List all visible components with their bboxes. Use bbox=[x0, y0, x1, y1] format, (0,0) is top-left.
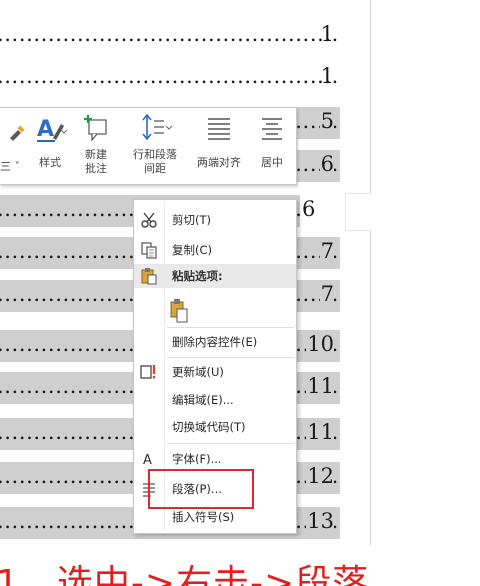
format-painter-icon bbox=[10, 125, 25, 141]
toc-page-number: 10 bbox=[306, 332, 334, 356]
toc-page-number: 11 bbox=[306, 374, 334, 398]
justify-button[interactable]: 两端对齐 bbox=[190, 112, 248, 182]
svg-text:A: A bbox=[143, 453, 152, 468]
styles-button[interactable]: A 样式 bbox=[32, 112, 68, 182]
menu-item-toggle-field-codes-label: 切换域代码(T) bbox=[172, 420, 246, 434]
line-spacing-icon bbox=[142, 114, 173, 141]
toc-page-number: 11 bbox=[306, 420, 334, 444]
toc-page-number: 6 bbox=[302, 197, 316, 221]
instruction-caption-text: 1、选中->右击->段落 bbox=[0, 563, 370, 586]
paste-keep-text-icon bbox=[170, 299, 188, 323]
toc-page-number: 6 bbox=[319, 152, 334, 176]
toc-leader-dots: ........................................… bbox=[0, 64, 340, 88]
center-button[interactable]: 居中 bbox=[252, 112, 292, 182]
toc-page-number: 1 bbox=[320, 64, 334, 88]
menu-item-font[interactable]: A 字体(F)... bbox=[134, 447, 296, 471]
toc-page-number: 13 bbox=[306, 509, 334, 533]
toc-page-number: 12 bbox=[306, 464, 334, 488]
new-comment-icon bbox=[84, 115, 107, 142]
menu-item-update-field-label: 更新域(U) bbox=[172, 365, 224, 379]
update-field-icon bbox=[140, 365, 156, 379]
menu-item-edit-field[interactable]: 编辑域(E)... bbox=[134, 388, 296, 412]
new-comment-button[interactable]: 新建 批注 bbox=[78, 112, 114, 182]
toc-page-number: 7 bbox=[319, 282, 334, 306]
font-icon: A bbox=[143, 453, 152, 468]
menu-item-cut-label: 剪切(T) bbox=[172, 213, 211, 227]
paste-options-header: 粘贴选项: bbox=[134, 264, 296, 288]
menu-item-toggle-field-codes[interactable]: 切换域代码(T) bbox=[134, 415, 296, 439]
menu-item-update-field[interactable]: 更新域(U) bbox=[134, 360, 296, 384]
menu-item-copy-label: 复制(C) bbox=[172, 243, 213, 257]
justify-label: 两端对齐 bbox=[197, 156, 241, 169]
menu-item-edit-field-label: 编辑域(E)... bbox=[172, 393, 234, 407]
line-spacing-label: 行和段落 间距 bbox=[133, 148, 177, 175]
toc-page-number: 7 bbox=[319, 239, 334, 263]
page-edge bbox=[370, 0, 371, 545]
menu-item-insert-symbol-label: 插入符号(S) bbox=[172, 510, 235, 524]
menu-item-copy[interactable]: 复制(C) bbox=[134, 238, 296, 262]
toc-leader-dots: ........................................… bbox=[0, 22, 340, 46]
styles-label: 样式 bbox=[39, 156, 61, 169]
menu-separator bbox=[167, 443, 294, 444]
side-decoration bbox=[345, 193, 371, 231]
paste-keep-text-button[interactable] bbox=[134, 296, 296, 326]
menu-item-font-label: 字体(F)... bbox=[172, 452, 222, 466]
format-painter-button[interactable] bbox=[4, 112, 28, 182]
instruction-caption: 1、选中->右击->段落 bbox=[0, 552, 480, 586]
menu-item-cut[interactable]: 剪切(T) bbox=[134, 208, 296, 232]
toc-line[interactable]: ........................................… bbox=[0, 62, 340, 94]
toc-page-number: 1 bbox=[320, 22, 334, 46]
justify-icon bbox=[208, 118, 230, 140]
toc-page-number: 5 bbox=[319, 109, 334, 133]
menu-separator bbox=[167, 357, 294, 358]
scissors-icon bbox=[141, 212, 157, 228]
menu-separator bbox=[167, 327, 294, 328]
center-label: 居中 bbox=[261, 156, 283, 169]
mini-toolbar: 三 ˇ A 样式 新建 批注 行和段落 间距 两端对齐 居中 bbox=[0, 107, 297, 185]
paste-options-label: 粘贴选项: bbox=[172, 269, 223, 283]
align-center-icon bbox=[262, 118, 282, 140]
new-comment-label: 新建 批注 bbox=[85, 148, 107, 175]
copy-icon bbox=[141, 242, 157, 259]
menu-item-delete-content-control-label: 删除内容控件(E) bbox=[172, 335, 258, 349]
paste-icon bbox=[141, 268, 157, 285]
styles-icon: A bbox=[37, 117, 67, 142]
svg-text:A: A bbox=[37, 117, 54, 142]
menu-item-delete-content-control[interactable]: 删除内容控件(E) bbox=[134, 330, 296, 354]
toc-line[interactable]: ........................................… bbox=[0, 20, 340, 52]
paragraph-highlight-box bbox=[148, 469, 254, 509]
line-spacing-button[interactable]: 行和段落 间距 bbox=[124, 112, 186, 182]
